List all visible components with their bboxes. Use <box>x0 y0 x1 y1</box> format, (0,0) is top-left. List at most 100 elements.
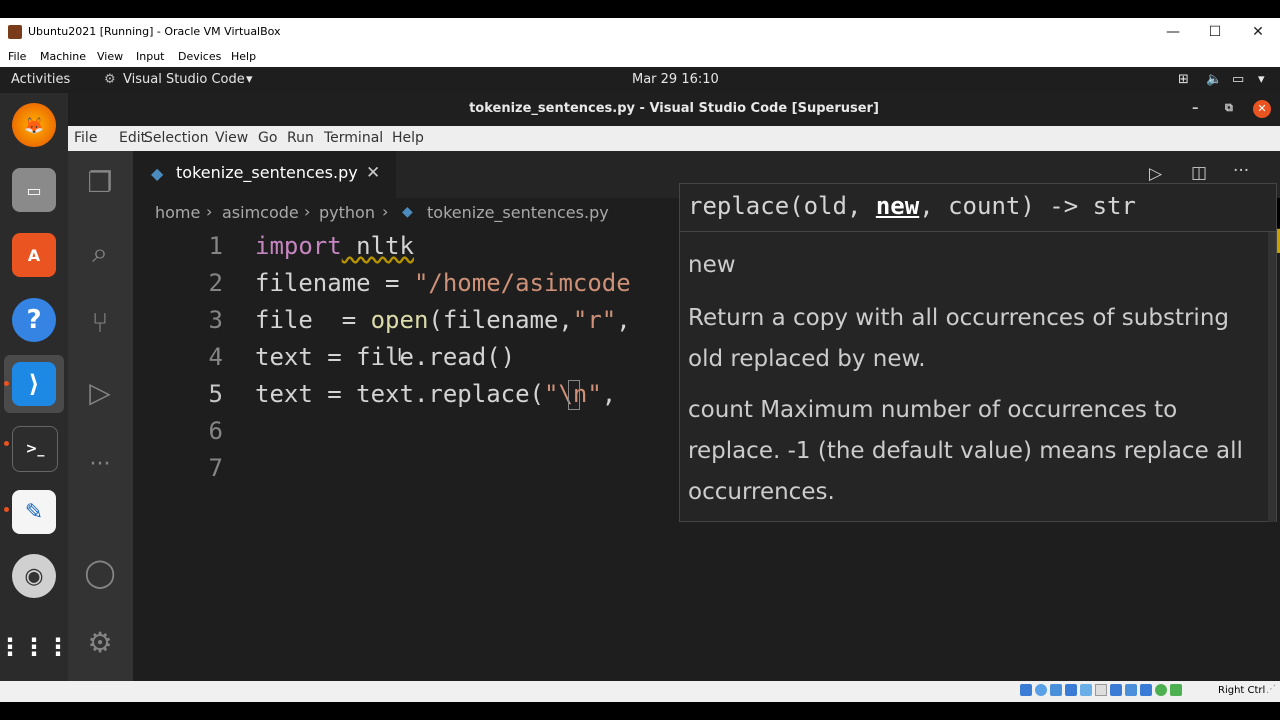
terminal-icon[interactable]: >_ <box>12 426 58 472</box>
vscode-icon[interactable]: ⟩ <box>12 362 56 406</box>
video-capture-icon[interactable] <box>1125 684 1137 696</box>
display-icon[interactable] <box>1110 684 1122 696</box>
split-editor-icon[interactable]: ◫ <box>1191 163 1207 183</box>
activity-bar: ❐ ⌕ ⑂ ▷ ··· ◯ ⚙ <box>68 151 133 681</box>
clock[interactable]: Mar 29 16:10 <box>632 72 719 87</box>
vbox-menu-file[interactable]: File <box>8 50 26 63</box>
code-token: , <box>616 306 631 334</box>
text-cursor-icon: I <box>397 345 403 366</box>
vbox-titlebar: Ubuntu2021 [Running] - Oracle VM Virtual… <box>0 18 1280 46</box>
app-menu-chevron-down-icon[interactable]: ▾ <box>246 72 253 87</box>
vscode-menubar: File Edit Selection View Go Run Terminal… <box>68 126 1280 151</box>
hdd-icon[interactable] <box>1020 684 1032 696</box>
vbox-menu-machine[interactable]: Machine <box>40 50 86 63</box>
active-parameter: new <box>875 192 920 220</box>
source-control-icon[interactable]: ⑂ <box>82 305 118 341</box>
tab-tokenize-sentences[interactable]: ◆ tokenize_sentences.py ✕ <box>133 151 396 198</box>
menu-file[interactable]: File <box>74 130 97 146</box>
maximize-button[interactable]: ☐ <box>1195 22 1235 42</box>
system-menu-chevron-icon[interactable]: ▾ <box>1258 72 1265 87</box>
vscode-restore-button[interactable]: ⧉ <box>1225 101 1233 115</box>
network-adapter-icon[interactable] <box>1065 684 1077 696</box>
python-file-icon: ◆ <box>151 164 164 183</box>
menu-go[interactable]: Go <box>258 130 277 146</box>
hover-description: Return a copy with all occurrences of su… <box>688 305 1229 372</box>
code-token: "r" <box>572 306 617 334</box>
disc-icon[interactable]: ◉ <box>12 554 56 598</box>
gnome-top-bar: Activities ⚙ Visual Studio Code ▾ Mar 29… <box>0 67 1280 93</box>
vbox-app-icon <box>8 25 22 39</box>
hover-documentation-popup: replace(old, new, count) -> str new Retu… <box>679 183 1277 522</box>
vbox-menubar: File Machine View Input Devices Help <box>0 46 1280 67</box>
hover-scrollbar[interactable] <box>1268 232 1276 522</box>
shared-folders-icon[interactable] <box>1095 684 1107 696</box>
breadcrumb-home[interactable]: home <box>155 203 200 222</box>
hover-count-description: count Maximum number of occurrences to r… <box>688 397 1243 505</box>
usb-icon[interactable] <box>1080 684 1092 696</box>
minimize-button[interactable]: — <box>1153 22 1193 42</box>
firefox-icon[interactable]: 🦊 <box>12 103 56 147</box>
close-button[interactable]: ✕ <box>1238 22 1278 42</box>
run-debug-icon[interactable]: ▷ <box>82 375 118 411</box>
resize-grip-icon[interactable]: ⋰ <box>1266 684 1276 695</box>
menu-selection[interactable]: Selection <box>144 130 209 146</box>
explorer-icon[interactable]: ❐ <box>82 165 118 201</box>
app-menu-icon: ⚙ <box>104 72 116 87</box>
vbox-device-icons <box>1020 684 1220 698</box>
vscode-minimize-button[interactable]: – <box>1192 101 1199 116</box>
breadcrumb-python[interactable]: python <box>319 203 375 222</box>
menu-help[interactable]: Help <box>392 130 424 146</box>
hover-signature: replace(old, new, count) -> str <box>688 192 1136 220</box>
settings-gear-icon[interactable]: ⚙ <box>82 625 118 661</box>
vscode-window-title: tokenize_sentences.py - Visual Studio Co… <box>469 101 879 116</box>
files-icon[interactable]: ▭ <box>12 168 56 212</box>
chevron-right-icon: › <box>304 202 311 221</box>
optical-drive-icon[interactable] <box>1035 684 1047 696</box>
activities-button[interactable]: Activities <box>11 72 70 87</box>
search-icon[interactable]: ⌕ <box>82 235 118 271</box>
account-icon[interactable]: ◯ <box>82 555 118 591</box>
app-menu-button[interactable]: Visual Studio Code <box>123 72 245 87</box>
menu-view[interactable]: View <box>215 130 248 146</box>
running-indicator <box>4 381 9 386</box>
audio-icon[interactable] <box>1050 684 1062 696</box>
bracket-match-highlight <box>568 380 580 410</box>
vscode-titlebar: tokenize_sentences.py - Visual Studio Co… <box>68 93 1280 126</box>
show-applications-icon[interactable]: ⋮⋮⋮ <box>0 625 70 669</box>
battery-icon[interactable]: ▭ <box>1232 72 1244 87</box>
code-line-4: text = file.read() <box>255 343 516 371</box>
tab-close-icon[interactable]: ✕ <box>366 163 380 183</box>
help-icon[interactable]: ? <box>12 298 56 342</box>
code-token: "/home/asimcode <box>413 269 631 297</box>
cpu-icon[interactable] <box>1155 684 1167 696</box>
vbox-menu-devices[interactable]: Devices <box>178 50 221 63</box>
menu-run[interactable]: Run <box>287 130 314 146</box>
more-icon[interactable]: ··· <box>82 447 118 483</box>
line-number: 7 <box>208 454 223 482</box>
text-editor-icon[interactable]: ✎ <box>12 490 56 534</box>
recording-icon[interactable] <box>1140 684 1152 696</box>
menu-edit[interactable]: Edit <box>119 130 146 146</box>
line-number: 3 <box>208 306 223 334</box>
mouse-integration-icon[interactable] <box>1170 684 1182 696</box>
vbox-menu-input[interactable]: Input <box>136 50 164 63</box>
code-token: , <box>601 380 617 408</box>
line-number: 2 <box>208 269 223 297</box>
volume-icon[interactable]: 🔈 <box>1206 72 1222 87</box>
vbox-menu-view[interactable]: View <box>97 50 123 63</box>
network-icon[interactable]: ⊞ <box>1178 72 1189 87</box>
line-number: 4 <box>208 343 223 371</box>
running-indicator <box>4 507 9 512</box>
signature-part: , count) -> str <box>919 192 1136 220</box>
vbox-menu-help[interactable]: Help <box>231 50 256 63</box>
software-center-icon[interactable]: A <box>12 233 56 277</box>
menu-terminal[interactable]: Terminal <box>324 130 383 146</box>
run-file-icon[interactable]: ▷ <box>1149 164 1162 184</box>
python-file-icon: ◆ <box>402 204 413 220</box>
tab-label: tokenize_sentences.py <box>176 163 358 182</box>
breadcrumb-file[interactable]: tokenize_sentences.py <box>427 203 609 222</box>
line-number: 6 <box>208 417 223 445</box>
more-actions-icon[interactable]: ··· <box>1233 161 1249 181</box>
vscode-close-button[interactable]: ✕ <box>1253 100 1271 118</box>
breadcrumb-asimcode[interactable]: asimcode <box>222 203 299 222</box>
